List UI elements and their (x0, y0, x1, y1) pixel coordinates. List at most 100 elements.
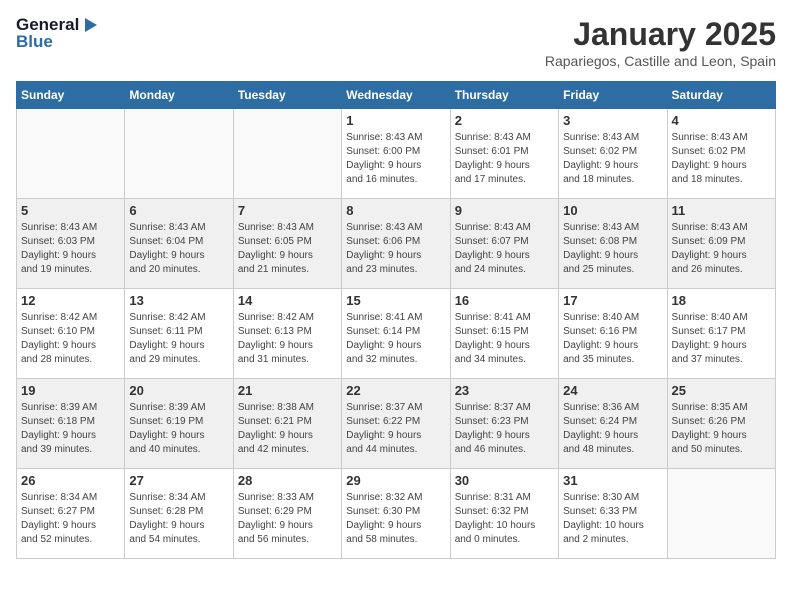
page-header: General Blue January 2025 Rapariegos, Ca… (16, 16, 776, 69)
day-info: Sunrise: 8:32 AMSunset: 6:30 PMDaylight:… (346, 491, 445, 547)
calendar-cell: 2 Sunrise: 8:43 AMSunset: 6:01 PMDaylight… (450, 109, 558, 199)
calendar-cell (667, 469, 775, 559)
day-info: Sunrise: 8:43 AMSunset: 6:05 PMDaylight:… (238, 221, 337, 277)
calendar-cell: 25 Sunrise: 8:35 AMSunset: 6:26 PMDayligh… (667, 379, 775, 469)
calendar-title: January 2025 (545, 16, 776, 53)
day-number: 25 (672, 383, 771, 398)
day-number: 31 (563, 473, 662, 488)
day-info: Sunrise: 8:40 AMSunset: 6:17 PMDaylight:… (672, 311, 771, 367)
day-number: 20 (129, 383, 228, 398)
calendar-week-4: 19 Sunrise: 8:39 AMSunset: 6:18 PMDayligh… (17, 379, 776, 469)
day-number: 23 (455, 383, 554, 398)
day-info: Sunrise: 8:40 AMSunset: 6:16 PMDaylight:… (563, 311, 662, 367)
calendar-week-2: 5 Sunrise: 8:43 AMSunset: 6:03 PMDaylight… (17, 199, 776, 289)
day-info: Sunrise: 8:43 AMSunset: 6:00 PMDaylight:… (346, 131, 445, 187)
calendar-cell: 23 Sunrise: 8:37 AMSunset: 6:23 PMDayligh… (450, 379, 558, 469)
calendar-week-5: 26 Sunrise: 8:34 AMSunset: 6:27 PMDayligh… (17, 469, 776, 559)
day-number: 28 (238, 473, 337, 488)
day-info: Sunrise: 8:39 AMSunset: 6:19 PMDaylight:… (129, 401, 228, 457)
calendar-cell: 29 Sunrise: 8:32 AMSunset: 6:30 PMDayligh… (342, 469, 450, 559)
day-info: Sunrise: 8:37 AMSunset: 6:23 PMDaylight:… (455, 401, 554, 457)
day-number: 13 (129, 293, 228, 308)
weekday-header-saturday: Saturday (667, 82, 775, 109)
calendar-cell: 16 Sunrise: 8:41 AMSunset: 6:15 PMDayligh… (450, 289, 558, 379)
day-number: 17 (563, 293, 662, 308)
day-number: 9 (455, 203, 554, 218)
day-info: Sunrise: 8:39 AMSunset: 6:18 PMDaylight:… (21, 401, 120, 457)
day-number: 10 (563, 203, 662, 218)
calendar-cell: 26 Sunrise: 8:34 AMSunset: 6:27 PMDayligh… (17, 469, 125, 559)
day-info: Sunrise: 8:43 AMSunset: 6:02 PMDaylight:… (672, 131, 771, 187)
day-info: Sunrise: 8:34 AMSunset: 6:27 PMDaylight:… (21, 491, 120, 547)
day-info: Sunrise: 8:36 AMSunset: 6:24 PMDaylight:… (563, 401, 662, 457)
day-number: 14 (238, 293, 337, 308)
day-number: 4 (672, 113, 771, 128)
calendar-subtitle: Rapariegos, Castille and Leon, Spain (545, 53, 776, 69)
day-info: Sunrise: 8:33 AMSunset: 6:29 PMDaylight:… (238, 491, 337, 547)
day-number: 1 (346, 113, 445, 128)
day-info: Sunrise: 8:43 AMSunset: 6:04 PMDaylight:… (129, 221, 228, 277)
calendar-cell: 8 Sunrise: 8:43 AMSunset: 6:06 PMDaylight… (342, 199, 450, 289)
day-info: Sunrise: 8:42 AMSunset: 6:10 PMDaylight:… (21, 311, 120, 367)
day-number: 11 (672, 203, 771, 218)
day-number: 26 (21, 473, 120, 488)
day-info: Sunrise: 8:42 AMSunset: 6:13 PMDaylight:… (238, 311, 337, 367)
day-number: 6 (129, 203, 228, 218)
day-info: Sunrise: 8:43 AMSunset: 6:03 PMDaylight:… (21, 221, 120, 277)
weekday-header-monday: Monday (125, 82, 233, 109)
calendar-week-3: 12 Sunrise: 8:42 AMSunset: 6:10 PMDayligh… (17, 289, 776, 379)
day-number: 29 (346, 473, 445, 488)
calendar-cell: 11 Sunrise: 8:43 AMSunset: 6:09 PMDayligh… (667, 199, 775, 289)
weekday-header-friday: Friday (559, 82, 667, 109)
day-number: 2 (455, 113, 554, 128)
calendar-cell: 5 Sunrise: 8:43 AMSunset: 6:03 PMDaylight… (17, 199, 125, 289)
calendar-cell: 31 Sunrise: 8:30 AMSunset: 6:33 PMDayligh… (559, 469, 667, 559)
calendar-cell: 15 Sunrise: 8:41 AMSunset: 6:14 PMDayligh… (342, 289, 450, 379)
day-number: 16 (455, 293, 554, 308)
weekday-header-sunday: Sunday (17, 82, 125, 109)
day-number: 5 (21, 203, 120, 218)
day-info: Sunrise: 8:41 AMSunset: 6:15 PMDaylight:… (455, 311, 554, 367)
day-info: Sunrise: 8:43 AMSunset: 6:01 PMDaylight:… (455, 131, 554, 187)
day-info: Sunrise: 8:41 AMSunset: 6:14 PMDaylight:… (346, 311, 445, 367)
day-number: 7 (238, 203, 337, 218)
calendar-table: SundayMondayTuesdayWednesdayThursdayFrid… (16, 81, 776, 559)
calendar-cell: 13 Sunrise: 8:42 AMSunset: 6:11 PMDayligh… (125, 289, 233, 379)
day-info: Sunrise: 8:31 AMSunset: 6:32 PMDaylight:… (455, 491, 554, 547)
calendar-cell: 14 Sunrise: 8:42 AMSunset: 6:13 PMDayligh… (233, 289, 341, 379)
calendar-cell (233, 109, 341, 199)
day-info: Sunrise: 8:43 AMSunset: 6:06 PMDaylight:… (346, 221, 445, 277)
day-number: 27 (129, 473, 228, 488)
day-number: 3 (563, 113, 662, 128)
day-info: Sunrise: 8:42 AMSunset: 6:11 PMDaylight:… (129, 311, 228, 367)
day-info: Sunrise: 8:30 AMSunset: 6:33 PMDaylight:… (563, 491, 662, 547)
day-info: Sunrise: 8:43 AMSunset: 6:02 PMDaylight:… (563, 131, 662, 187)
day-number: 30 (455, 473, 554, 488)
calendar-cell: 30 Sunrise: 8:31 AMSunset: 6:32 PMDayligh… (450, 469, 558, 559)
day-number: 24 (563, 383, 662, 398)
calendar-cell: 28 Sunrise: 8:33 AMSunset: 6:29 PMDayligh… (233, 469, 341, 559)
day-info: Sunrise: 8:43 AMSunset: 6:09 PMDaylight:… (672, 221, 771, 277)
calendar-cell: 24 Sunrise: 8:36 AMSunset: 6:24 PMDayligh… (559, 379, 667, 469)
day-number: 18 (672, 293, 771, 308)
calendar-cell: 17 Sunrise: 8:40 AMSunset: 6:16 PMDayligh… (559, 289, 667, 379)
day-info: Sunrise: 8:43 AMSunset: 6:08 PMDaylight:… (563, 221, 662, 277)
calendar-cell (17, 109, 125, 199)
day-number: 21 (238, 383, 337, 398)
day-number: 19 (21, 383, 120, 398)
calendar-cell: 18 Sunrise: 8:40 AMSunset: 6:17 PMDayligh… (667, 289, 775, 379)
day-info: Sunrise: 8:35 AMSunset: 6:26 PMDaylight:… (672, 401, 771, 457)
calendar-cell: 12 Sunrise: 8:42 AMSunset: 6:10 PMDayligh… (17, 289, 125, 379)
day-info: Sunrise: 8:38 AMSunset: 6:21 PMDaylight:… (238, 401, 337, 457)
day-number: 12 (21, 293, 120, 308)
day-number: 22 (346, 383, 445, 398)
day-number: 8 (346, 203, 445, 218)
calendar-cell: 6 Sunrise: 8:43 AMSunset: 6:04 PMDaylight… (125, 199, 233, 289)
day-info: Sunrise: 8:43 AMSunset: 6:07 PMDaylight:… (455, 221, 554, 277)
calendar-cell: 7 Sunrise: 8:43 AMSunset: 6:05 PMDaylight… (233, 199, 341, 289)
weekday-header-tuesday: Tuesday (233, 82, 341, 109)
day-number: 15 (346, 293, 445, 308)
weekday-header-thursday: Thursday (450, 82, 558, 109)
logo: General Blue (16, 16, 107, 51)
calendar-cell: 22Sunrise: 8:37 AMSunset: 6:22 PMDayligh… (342, 379, 450, 469)
